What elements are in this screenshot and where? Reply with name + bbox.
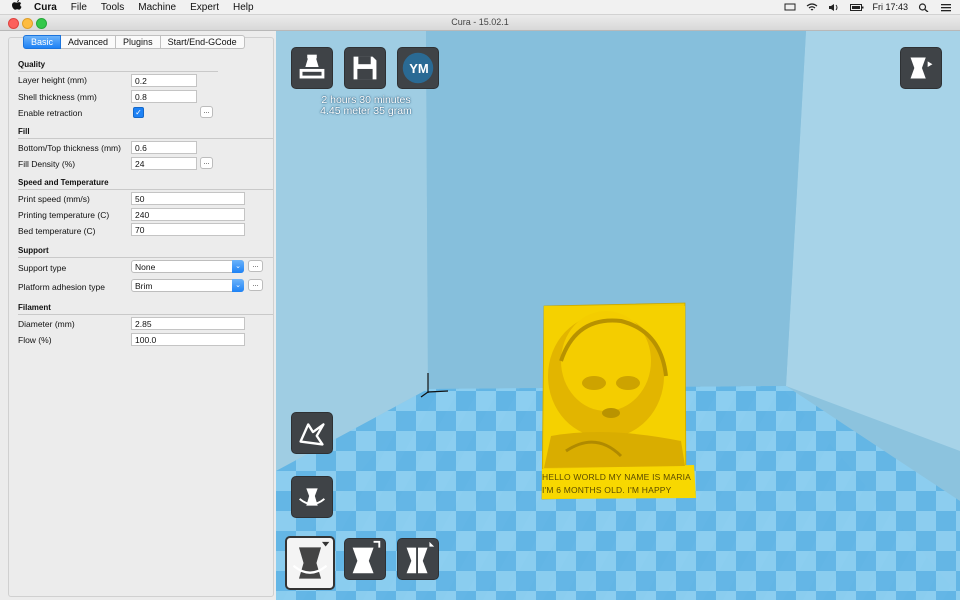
menu-expert[interactable]: Expert — [190, 2, 219, 13]
view-mode-button[interactable] — [900, 47, 942, 89]
section-quality: Quality — [18, 60, 46, 69]
menu-help[interactable]: Help — [233, 2, 254, 13]
window-title: Cura - 15.02.1 — [451, 17, 509, 27]
print-estimate: 2 hours 30 minutes 4.45 meter 35 gram — [314, 95, 418, 117]
view-mode-icon — [910, 57, 933, 79]
bed-temperature-label: Bed temperature (C) — [18, 226, 96, 236]
battery-icon[interactable] — [850, 3, 864, 12]
3d-viewport[interactable]: HELLO WORLD MY NAME IS MARIA I'M 6 MONTH… — [276, 31, 960, 600]
divider — [18, 257, 273, 258]
youmagine-button[interactable]: YM — [397, 47, 439, 89]
mirror-tool-button[interactable] — [397, 538, 439, 580]
apple-icon[interactable] — [12, 0, 22, 14]
lay-flat-button[interactable] — [291, 412, 333, 454]
fill-density-label: Fill Density (%) — [18, 159, 76, 169]
lay-flat-icon — [299, 423, 325, 446]
bottom-top-thickness-label: Bottom/Top thickness (mm) — [18, 143, 121, 153]
menu-file[interactable]: File — [71, 2, 87, 13]
bed-temperature-input[interactable]: 70 — [131, 223, 245, 236]
enable-retraction-label: Enable retraction — [18, 108, 83, 118]
settings-sidebar: Basic Advanced Plugins Start/End-GCode Q… — [0, 31, 275, 600]
layer-height-input[interactable]: 0.2 — [131, 74, 197, 87]
reset-rotation-button[interactable] — [291, 476, 333, 518]
tab-basic[interactable]: Basic — [23, 35, 62, 49]
volume-icon[interactable] — [828, 3, 840, 12]
scale-tool-button[interactable] — [344, 538, 386, 580]
tab-advanced[interactable]: Advanced — [61, 35, 117, 49]
settings-tabs: Basic Advanced Plugins Start/End-GCode — [23, 35, 245, 49]
menu-app-name[interactable]: Cura — [34, 2, 57, 13]
notification-center-icon[interactable] — [940, 3, 952, 12]
menubar: Cura File Tools Machine Expert Help Fri … — [0, 0, 960, 15]
section-support: Support — [18, 246, 49, 255]
printing-temperature-input[interactable]: 240 — [131, 208, 245, 221]
platform-adhesion-label: Platform adhesion type — [18, 282, 105, 292]
menu-machine[interactable]: Machine — [138, 2, 176, 13]
print-speed-label: Print speed (mm/s) — [18, 194, 90, 204]
save-icon — [353, 56, 377, 80]
platform-adhesion-select[interactable]: Brim ⌄ — [131, 279, 244, 292]
load-model-icon — [299, 54, 325, 79]
adhesion-settings-button[interactable]: ... — [248, 279, 263, 291]
divider — [18, 71, 218, 72]
flow-label: Flow (%) — [18, 335, 52, 345]
diameter-input[interactable]: 2.85 — [131, 317, 245, 330]
section-filament: Filament — [18, 303, 51, 312]
window-titlebar: Cura - 15.02.1 — [0, 15, 960, 31]
rotate-icon — [292, 541, 330, 579]
scale-icon — [352, 540, 381, 574]
printing-temperature-label: Printing temperature (C) — [18, 210, 110, 220]
load-model-button[interactable] — [291, 47, 333, 89]
support-type-select[interactable]: None ⌄ — [131, 260, 244, 273]
print-speed-input[interactable]: 50 — [131, 192, 245, 205]
support-settings-button[interactable]: ... — [248, 260, 263, 272]
enable-retraction-checkbox[interactable]: ✓ — [133, 107, 144, 118]
save-toolpath-button[interactable] — [344, 47, 386, 89]
rotate-reset-icon — [299, 488, 325, 506]
fill-settings-button[interactable]: ... — [200, 157, 213, 169]
spotlight-search-icon[interactable] — [918, 2, 930, 13]
diameter-label: Diameter (mm) — [18, 319, 75, 329]
screen-icon[interactable] — [784, 3, 796, 12]
chevron-down-icon: ⌄ — [232, 279, 244, 292]
lithophane-model — [541, 302, 696, 500]
tab-plugins[interactable]: Plugins — [116, 35, 161, 49]
section-fill: Fill — [18, 127, 30, 136]
mirror-icon — [406, 541, 435, 576]
material-estimate: 4.45 meter 35 gram — [320, 105, 412, 117]
support-type-value: None — [135, 262, 156, 272]
rotate-tool-button[interactable] — [285, 536, 335, 590]
divider — [18, 314, 273, 315]
flow-input[interactable]: 100.0 — [131, 333, 245, 346]
bottom-top-thickness-input[interactable]: 0.6 — [131, 141, 197, 154]
right-wall — [786, 31, 960, 451]
layer-height-label: Layer height (mm) — [18, 75, 87, 85]
chevron-down-icon: ⌄ — [232, 260, 244, 273]
youmagine-label: YM — [409, 61, 429, 76]
shell-thickness-label: Shell thickness (mm) — [18, 92, 97, 102]
menu-tools[interactable]: Tools — [101, 2, 124, 13]
fill-density-input[interactable]: 24 — [131, 157, 197, 170]
retraction-settings-button[interactable]: ... — [200, 106, 213, 118]
section-speed-temperature: Speed and Temperature — [18, 178, 109, 187]
plate-text-line-2: I'M 6 MONTHS OLD. I'M HAPPY — [542, 485, 672, 495]
shell-thickness-input[interactable]: 0.8 — [131, 90, 197, 103]
divider — [18, 189, 273, 190]
support-type-label: Support type — [18, 263, 67, 273]
tab-start-end-gcode[interactable]: Start/End-GCode — [160, 35, 245, 49]
clock[interactable]: Fri 17:43 — [872, 2, 908, 12]
divider — [18, 138, 273, 139]
plate-text-line-1: HELLO WORLD MY NAME IS MARIA — [542, 472, 692, 482]
platform-adhesion-value: Brim — [135, 281, 153, 291]
wifi-icon[interactable] — [806, 2, 818, 12]
